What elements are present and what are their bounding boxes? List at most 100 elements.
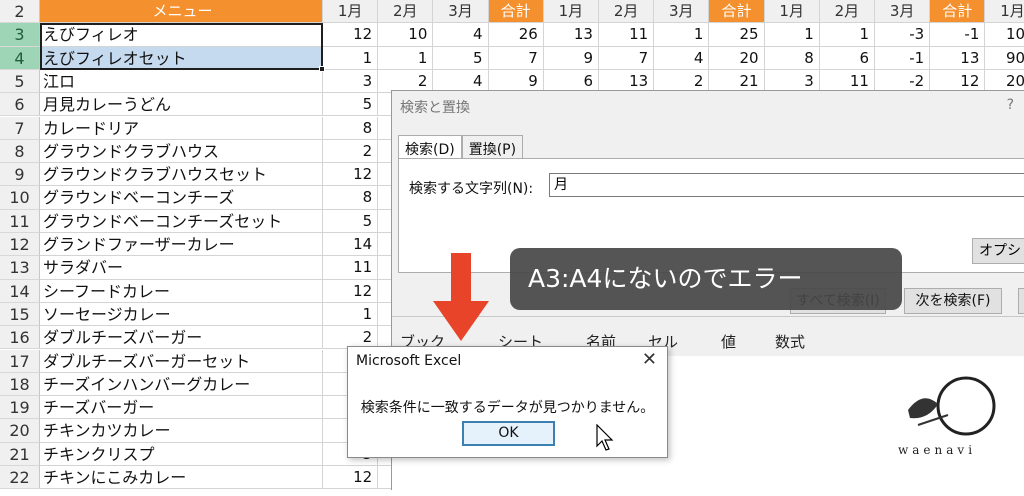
row-header[interactable]: 15 — [0, 302, 40, 327]
menu-cell[interactable]: チーズインハンバーグカレー — [40, 372, 323, 397]
menu-cell[interactable]: グランドファーザーカレー — [40, 233, 323, 257]
column-header-month[interactable]: 合計 — [930, 0, 986, 24]
value-cell[interactable]: 5 — [323, 209, 379, 233]
value-cell[interactable]: 7 — [488, 46, 544, 70]
value-cell[interactable]: 6 — [819, 46, 875, 70]
value-cell[interactable]: 12 — [323, 466, 379, 490]
menu-cell[interactable]: グラウンドベーコンチーズセット — [40, 209, 323, 233]
row-header[interactable]: 9 — [0, 163, 40, 187]
help-button[interactable]: ? — [1007, 97, 1014, 113]
ok-button[interactable]: OK — [462, 421, 555, 446]
menu-cell[interactable]: シーフードカレー — [40, 279, 323, 303]
close-icon[interactable]: ✕ — [642, 349, 657, 370]
column-header-month[interactable]: 1月 — [543, 0, 599, 24]
column-header-month[interactable]: 2月 — [819, 0, 875, 24]
menu-cell[interactable]: 月見カレーうどん — [40, 93, 323, 117]
row-header[interactable]: 7 — [0, 116, 40, 140]
column-header-month[interactable]: 3月 — [875, 0, 931, 24]
row-header[interactable]: 5 — [0, 69, 40, 94]
row-header[interactable]: 18 — [0, 372, 40, 397]
value-cell[interactable]: -3 — [875, 23, 931, 47]
value-cell[interactable]: 13 — [543, 23, 599, 47]
value-cell[interactable]: 1 — [323, 302, 379, 327]
row-header[interactable]: 3 — [0, 23, 40, 47]
column-header-month[interactable]: 1月 — [323, 0, 379, 24]
column-value[interactable]: 値 — [721, 331, 736, 352]
column-header-month[interactable]: 2月 — [599, 0, 655, 24]
value-cell[interactable]: 10 — [378, 23, 434, 47]
column-header-month[interactable]: 合計 — [709, 0, 765, 24]
value-cell[interactable]: 20 — [709, 46, 765, 70]
column-header-month[interactable]: 3月 — [654, 0, 710, 24]
menu-cell[interactable]: チキンクリスプ — [40, 442, 323, 466]
row-header[interactable]: 16 — [0, 326, 40, 350]
column-formula[interactable]: 数式 — [775, 331, 805, 352]
column-header-menu[interactable]: メニュー — [40, 0, 323, 24]
value-cell[interactable]: 1 — [764, 23, 820, 47]
row-header[interactable]: 10 — [0, 186, 40, 210]
value-cell[interactable]: 108 — [985, 23, 1024, 47]
value-cell[interactable]: 8 — [764, 46, 820, 70]
value-cell[interactable]: -1 — [875, 46, 931, 70]
value-cell[interactable]: 5 — [433, 46, 489, 70]
menu-cell[interactable]: ダブルチーズバーガーセット — [40, 349, 323, 373]
value-cell[interactable]: 4 — [654, 46, 710, 70]
value-cell[interactable]: 4 — [433, 23, 489, 47]
row-header[interactable]: 6 — [0, 93, 40, 117]
column-header-month[interactable]: 合計 — [488, 0, 544, 24]
value-cell[interactable]: 1 — [323, 46, 379, 70]
row-header[interactable]: 17 — [0, 349, 40, 373]
row-header[interactable]: 22 — [0, 466, 40, 490]
column-header-month[interactable]: 1月 — [764, 0, 820, 24]
value-cell[interactable]: 26 — [488, 23, 544, 47]
value-cell[interactable]: 14 — [323, 233, 379, 257]
menu-cell[interactable]: グラウンドクラブハウスセット — [40, 163, 323, 187]
menu-cell[interactable]: チーズバーガー — [40, 396, 323, 420]
row-header[interactable]: 19 — [0, 396, 40, 420]
value-cell[interactable]: 900 — [985, 47, 1024, 70]
value-cell[interactable]: 9 — [543, 46, 599, 70]
menu-cell[interactable]: チキンにこみカレー — [40, 466, 323, 490]
value-cell[interactable]: 13 — [930, 46, 986, 70]
row-header[interactable]: 20 — [0, 419, 40, 443]
value-cell[interactable]: 11 — [323, 256, 379, 280]
search-input[interactable]: 月 — [549, 173, 1024, 197]
value-cell[interactable]: 12 — [323, 279, 379, 303]
value-cell[interactable]: 1 — [819, 23, 875, 47]
menu-cell[interactable]: 江ロ — [40, 69, 323, 94]
value-cell[interactable]: 2 — [323, 139, 379, 164]
row-header[interactable]: 13 — [0, 256, 40, 280]
value-cell[interactable]: 11 — [599, 23, 655, 47]
value-cell[interactable]: 8 — [323, 116, 379, 140]
value-cell[interactable]: 8 — [323, 186, 379, 210]
row-header[interactable]: 4 — [0, 46, 40, 70]
column-header-month[interactable]: 2月 — [378, 0, 434, 24]
value-cell[interactable]: 5 — [323, 93, 379, 117]
value-cell[interactable]: 12 — [323, 23, 379, 47]
value-cell[interactable]: -1 — [930, 23, 986, 47]
value-cell[interactable]: 12 — [323, 163, 379, 187]
value-cell[interactable]: 1 — [378, 46, 434, 70]
row-header[interactable]: 12 — [0, 233, 40, 257]
column-header-month[interactable]: 1月 — [985, 0, 1024, 24]
options-button[interactable]: オプショ — [972, 238, 1024, 264]
menu-cell[interactable]: チキンカツカレー — [40, 419, 323, 443]
close-dialog-button[interactable] — [1018, 288, 1024, 314]
column-header-month[interactable]: 3月 — [433, 0, 489, 24]
menu-cell[interactable]: グラウンドベーコンチーズ — [40, 186, 323, 210]
row-header[interactable]: 21 — [0, 442, 40, 466]
value-cell[interactable]: 25 — [709, 23, 765, 47]
row-header[interactable]: 8 — [0, 139, 40, 164]
menu-cell[interactable]: サラダバー — [40, 256, 323, 280]
menu-cell[interactable]: グラウンドクラブハウス — [40, 139, 323, 164]
menu-cell[interactable]: カレードリア — [40, 116, 323, 140]
menu-cell[interactable]: ダブルチーズバーガー — [40, 326, 323, 350]
menu-cell[interactable]: ソーセージカレー — [40, 302, 323, 327]
row-header[interactable]: 2 — [0, 0, 40, 24]
row-header[interactable]: 14 — [0, 279, 40, 303]
find-next-button[interactable]: 次を検索(F) — [904, 288, 1002, 314]
value-cell[interactable]: 1 — [654, 23, 710, 47]
value-cell[interactable]: 3 — [323, 69, 379, 94]
fill-handle[interactable] — [319, 66, 325, 72]
value-cell[interactable]: 7 — [599, 46, 655, 70]
